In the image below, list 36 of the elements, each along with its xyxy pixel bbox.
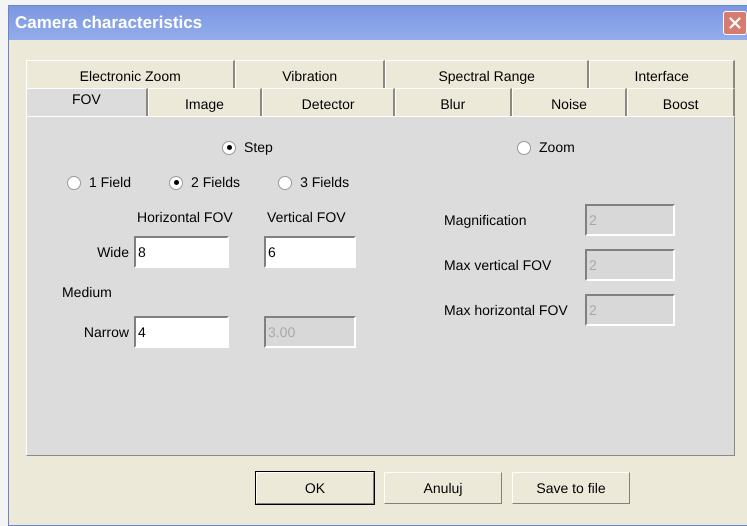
input-field[interactable]: 8	[134, 236, 229, 268]
dialog-button[interactable]: Save to file	[512, 472, 630, 504]
close-button[interactable]	[723, 11, 747, 35]
radio-label: 3 Fields	[300, 173, 350, 192]
field-label: Max horizontal FOV	[443, 300, 569, 320]
row-label: Narrow	[84, 322, 130, 342]
tab[interactable]: Vibration	[235, 60, 385, 88]
radio-button[interactable]	[517, 140, 531, 154]
tab[interactable]: Noise	[512, 88, 628, 116]
radio-button[interactable]	[169, 176, 184, 190]
tab[interactable]: Blur	[394, 88, 512, 116]
radio-button[interactable]	[278, 176, 292, 190]
input-field[interactable]: 6	[264, 236, 356, 268]
radio-button[interactable]	[222, 140, 236, 154]
tab[interactable]: Detector	[262, 88, 395, 116]
row-label: Medium	[61, 283, 113, 302]
radio-label: Zoom	[539, 138, 575, 157]
dialog-button[interactable]: OK	[256, 472, 374, 504]
field-label: Max vertical FOV	[443, 256, 552, 274]
radio-label: 1 Field	[89, 173, 132, 192]
tab[interactable]: Spectral Range	[384, 60, 590, 88]
dialog-button[interactable]: Anuluj	[384, 472, 502, 504]
window-title: Camera characteristics	[15, 12, 202, 34]
tab[interactable]: FOV	[26, 88, 148, 116]
tab[interactable]: Electronic Zoom	[26, 60, 236, 88]
row-label: Wide	[97, 242, 130, 262]
column-label: Vertical FOV	[267, 208, 347, 227]
tab[interactable]: Interface	[589, 60, 735, 88]
tab[interactable]: Image	[148, 88, 262, 116]
column-label: Horizontal FOV	[137, 208, 234, 227]
radio-button[interactable]	[67, 176, 81, 190]
radio-label: 2 Fields	[191, 173, 240, 192]
field-label: Magnification	[443, 210, 528, 230]
radio-label: Step	[244, 138, 273, 157]
tab[interactable]: Boost	[627, 88, 735, 116]
input-field[interactable]: 4	[134, 316, 229, 348]
